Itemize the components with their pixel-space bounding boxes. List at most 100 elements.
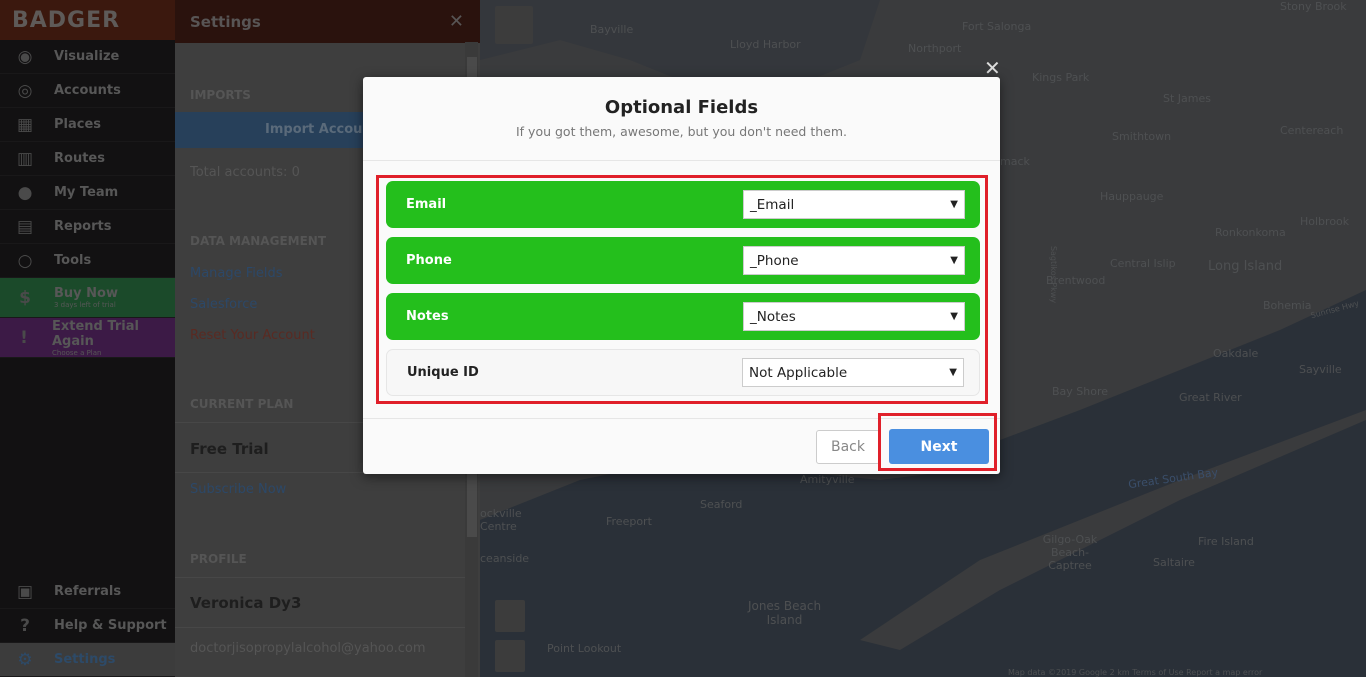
buy-now-button[interactable]: $ Buy Now 3 days left of trial <box>0 278 175 318</box>
map-label: Sagtikos Pkwy <box>1049 245 1059 304</box>
nav-visualize[interactable]: ◉ Visualize <box>0 40 175 74</box>
field-label: Unique ID <box>407 365 479 380</box>
map-label: ockville Centre <box>480 507 522 533</box>
map-label: Stony Brook <box>1280 0 1347 13</box>
dollar-icon: $ <box>19 287 31 308</box>
lasso-icon: ○ <box>17 250 33 271</box>
logo: BADGER <box>0 0 175 40</box>
data-management-heading: DATA MANAGEMENT <box>190 234 327 248</box>
panel-title: Settings <box>190 12 261 31</box>
nav-label: Settings <box>54 652 116 667</box>
caret-down-icon: ▼ <box>950 311 958 322</box>
team-icon: ● <box>17 182 33 203</box>
select-value: _Email <box>750 196 795 213</box>
profile-name: Veronica Dy3 <box>190 594 302 612</box>
extend-trial-button[interactable]: ! Extend Trial Again Choose a Plan <box>0 318 175 358</box>
store-icon: ▦ <box>16 114 34 135</box>
map-label: Central Islip <box>1110 257 1176 270</box>
salesforce-link[interactable]: Salesforce <box>190 297 257 312</box>
reset-account-link[interactable]: Reset Your Account <box>190 328 315 343</box>
nav-accounts[interactable]: ◎ Accounts <box>0 74 175 108</box>
map-attribution: Map data ©2019 Google 2 km Terms of Use … <box>1008 668 1263 677</box>
manage-fields-link[interactable]: Manage Fields <box>190 266 283 281</box>
back-button[interactable]: Back <box>816 430 880 464</box>
select-value: _Notes <box>750 308 796 325</box>
map-label: Fire Island <box>1198 535 1254 548</box>
caret-down-icon: ▼ <box>949 367 957 378</box>
field-row-email: Email _Email ▼ <box>386 181 980 228</box>
map-label: Bayville <box>590 23 634 36</box>
profile-email: doctorjisopropylalcohol@yahoo.com <box>190 641 426 656</box>
plan-name: Free Trial <box>190 440 269 458</box>
exclamation-icon: ! <box>20 327 28 348</box>
map-label: Centereach <box>1280 124 1344 137</box>
notes-field-select[interactable]: _Notes ▼ <box>743 302 965 331</box>
select-value: Not Applicable <box>749 364 848 381</box>
phone-field-select[interactable]: _Phone ▼ <box>743 246 965 275</box>
field-label: Phone <box>406 253 452 268</box>
modal-title: Optional Fields <box>604 97 759 118</box>
imports-heading: IMPORTS <box>190 88 251 102</box>
street-view-icon[interactable] <box>495 6 533 44</box>
nav-help[interactable]: ? Help & Support <box>0 609 175 643</box>
caret-down-icon: ▼ <box>950 255 958 266</box>
compass-icon[interactable] <box>495 640 525 672</box>
trial-days-left: 3 days left of trial <box>54 301 116 309</box>
nav-label: Places <box>54 117 102 132</box>
map-label: Fort Salonga <box>962 20 1032 33</box>
map-label: Ronkonkoma <box>1215 226 1286 239</box>
layers-icon[interactable] <box>495 600 525 632</box>
fields-highlight: Email _Email ▼ Phone _Phone ▼ Notes _Notes ▼ U… <box>376 175 988 404</box>
nav-places[interactable]: ▦ Places <box>0 108 175 142</box>
nav-label: My Team <box>54 185 119 200</box>
next-button[interactable]: Next <box>889 429 989 464</box>
nav-label: Referrals <box>54 584 122 599</box>
caret-down-icon: ▼ <box>950 199 958 210</box>
sidebar: BADGER ◉ Visualize ◎ Accounts ▦ Places ▥ Rou… <box>0 0 175 677</box>
map-label: Lloyd Harbor <box>730 38 801 51</box>
nav-label: Routes <box>54 151 105 166</box>
select-value: _Phone <box>750 252 799 269</box>
nav-tools[interactable]: ○ Tools <box>0 244 175 278</box>
nav-referrals[interactable]: ▣ Referrals <box>0 575 175 609</box>
map-label: Gilgo-Oak Beach-Captree <box>1042 533 1098 572</box>
nav-reports[interactable]: ▤ Reports <box>0 210 175 244</box>
subscribe-link[interactable]: Subscribe Now <box>190 482 286 497</box>
help-icon: ? <box>20 615 30 636</box>
user-circle-icon: ◎ <box>17 80 33 101</box>
total-accounts: Total accounts: 0 <box>190 165 300 180</box>
nav-label: Accounts <box>54 83 121 98</box>
field-label: Email <box>406 197 447 212</box>
field-row-phone: Phone _Phone ▼ <box>386 237 980 284</box>
map-label: Oakdale <box>1213 347 1259 360</box>
map-label: Hauppauge <box>1100 190 1164 203</box>
map-label: Bay Shore <box>1052 385 1109 398</box>
map-label: Seaford <box>700 498 743 511</box>
nav-routes[interactable]: ▥ Routes <box>0 142 175 176</box>
extend-label: Extend Trial Again <box>52 318 139 349</box>
map-label: Kings Park <box>1032 71 1090 84</box>
extend-sub: Choose a Plan <box>52 348 102 357</box>
map-label: Long Island <box>1208 259 1283 274</box>
nav-label: Tools <box>54 253 92 268</box>
map-label: Northport <box>908 42 962 55</box>
map-label: Bohemia <box>1263 299 1312 312</box>
optional-fields-modal: Optional Fields If you got them, awesome… <box>363 77 1000 474</box>
nav-settings[interactable]: ⚙ Settings <box>0 643 175 677</box>
close-icon[interactable]: ✕ <box>449 11 464 32</box>
email-field-select[interactable]: _Email ▼ <box>743 190 965 219</box>
map-label: Point Lookout <box>547 642 622 655</box>
field-row-notes: Notes _Notes ▼ <box>386 293 980 340</box>
map-label: ceanside <box>480 552 530 565</box>
map-label: Holbrook <box>1300 215 1350 228</box>
gift-icon: ▣ <box>16 581 34 602</box>
map-label: mack <box>1000 155 1030 168</box>
map-icon: ▥ <box>16 148 34 169</box>
nav-my-team[interactable]: ● My Team <box>0 176 175 210</box>
nav-label: Reports <box>54 219 112 234</box>
map-label: Saltaire <box>1153 556 1195 569</box>
unique-id-field-select[interactable]: Not Applicable ▼ <box>742 358 964 387</box>
eye-icon: ◉ <box>17 46 33 67</box>
map-label: Jones Beach Island <box>747 599 822 627</box>
modal-subtitle: If you got them, awesome, but you don't … <box>515 124 847 139</box>
